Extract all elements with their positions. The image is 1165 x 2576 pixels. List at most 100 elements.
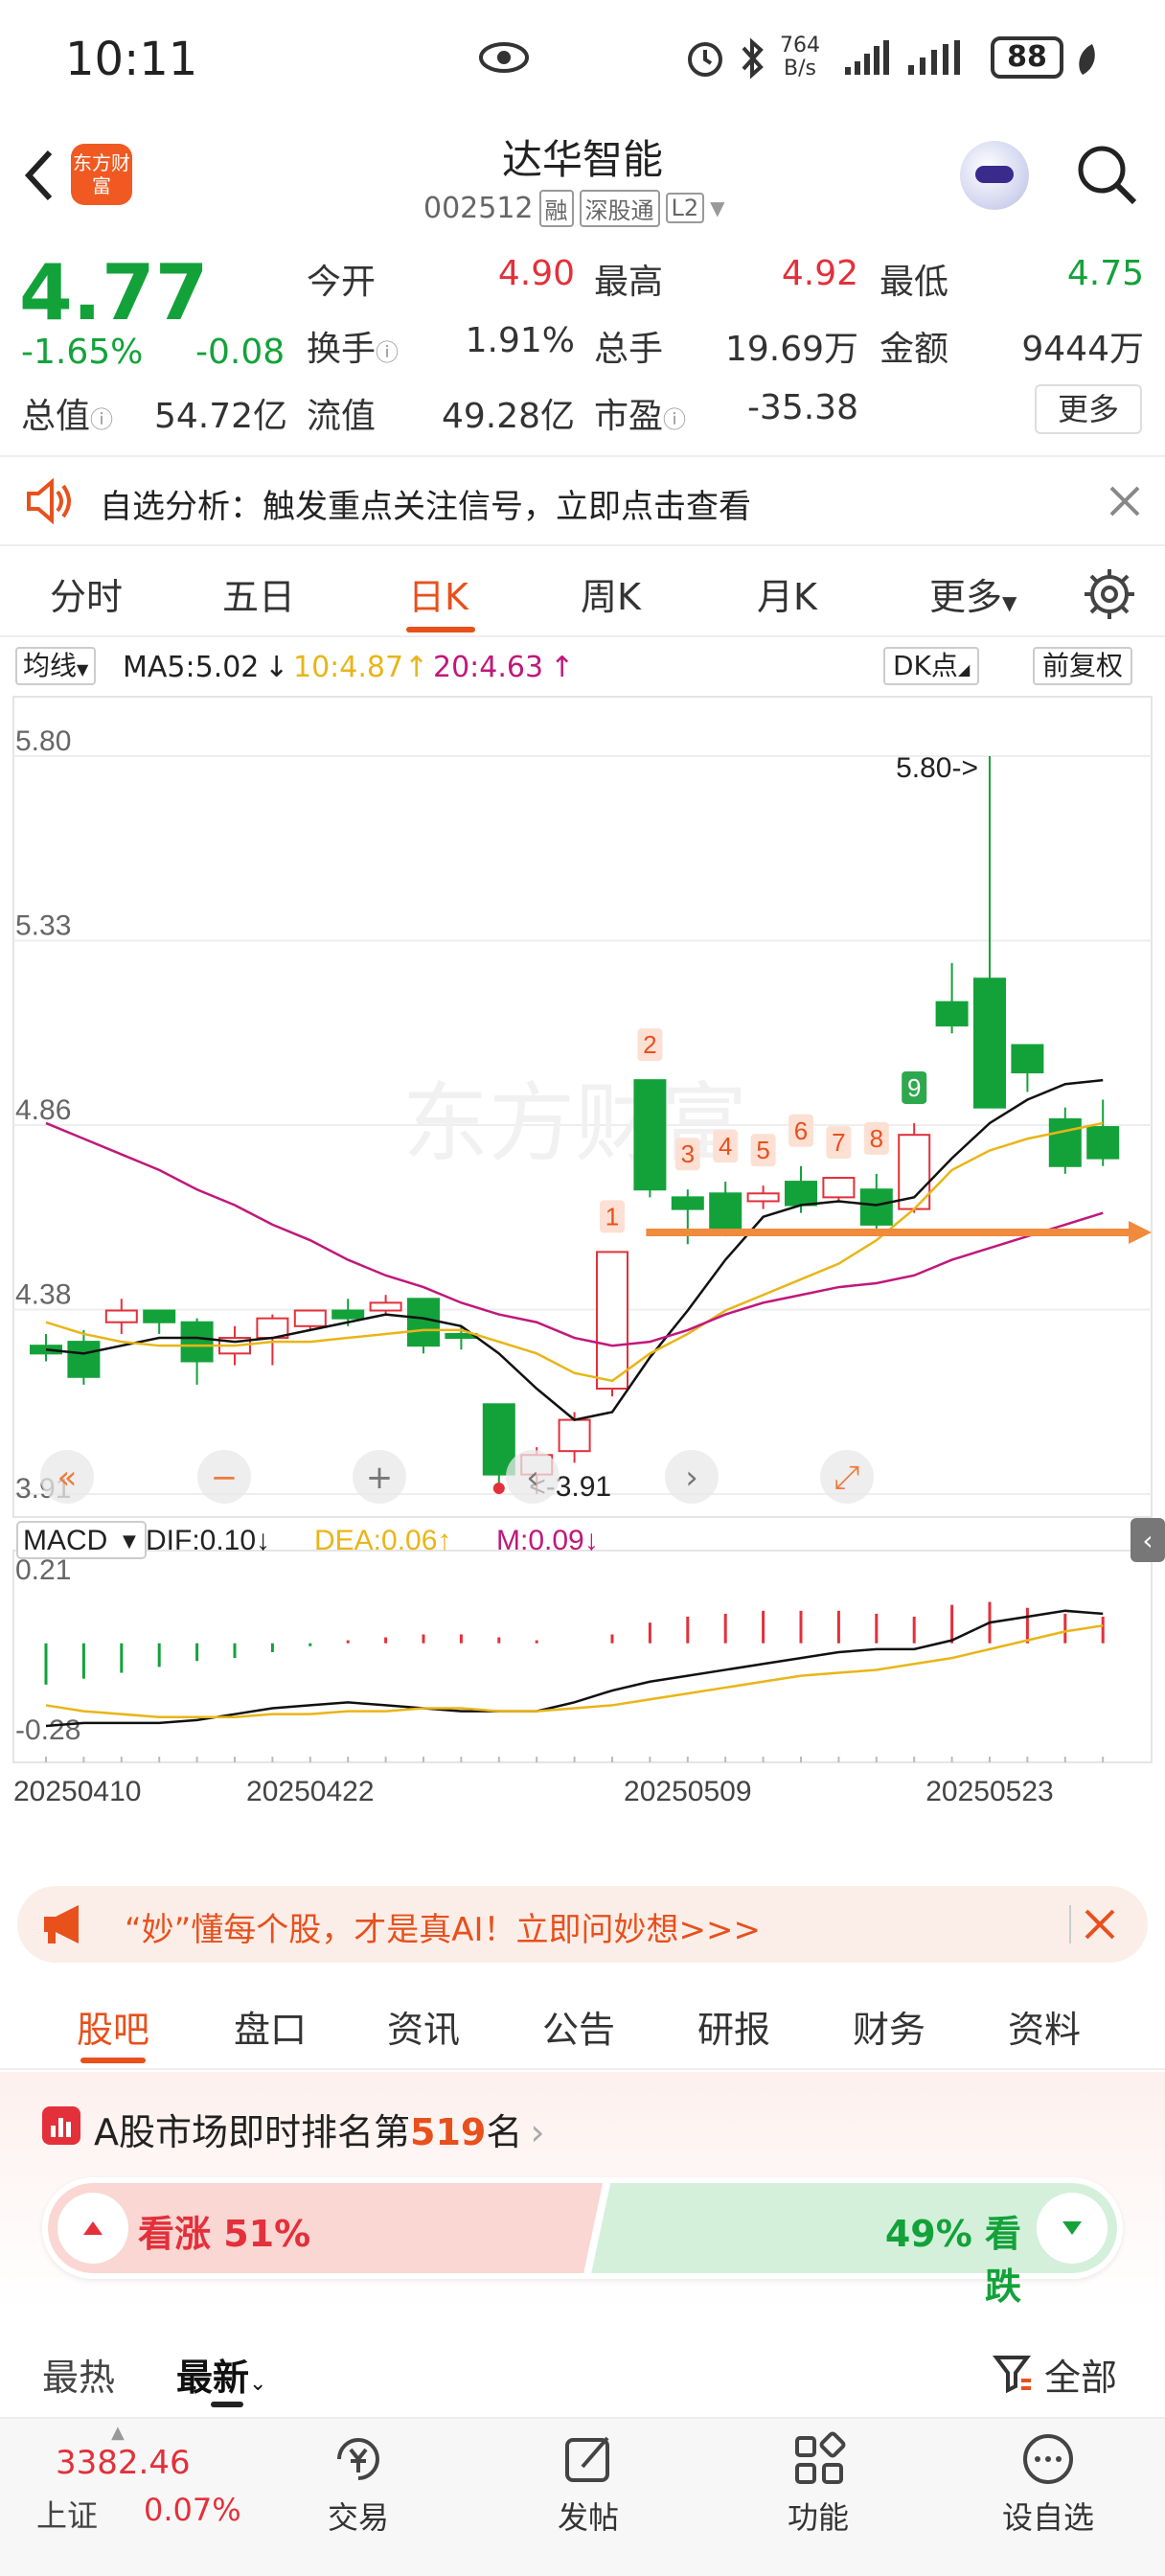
sort-latest[interactable]: 最新⌄: [176, 2348, 266, 2401]
tab-order-book[interactable]: 盘口: [234, 2000, 307, 2053]
stat-value-low: 4.75: [1066, 254, 1144, 293]
macd-y-tick: 0.21: [15, 1554, 71, 1586]
y-tick-label: 5.33: [15, 910, 71, 942]
candle-body: [331, 1309, 365, 1320]
filter-all[interactable]: 全部: [1044, 2348, 1117, 2401]
rank-text[interactable]: A股市场即时排名第519名 ›: [94, 2103, 545, 2155]
chevron-down-icon[interactable]: ▼: [710, 196, 724, 219]
divider: [1069, 1905, 1071, 1944]
nav-functions-label: 功能: [787, 2499, 849, 2536]
gear-icon[interactable]: [1083, 567, 1136, 621]
sort-hot[interactable]: 最热: [42, 2348, 115, 2401]
close-icon[interactable]: [1083, 1907, 1117, 1942]
candle-body: [1086, 1126, 1120, 1160]
nav-add-watchlist[interactable]: 设自选: [981, 2430, 1115, 2538]
stat-value-pe: -35.38: [746, 388, 858, 427]
bottom-nav: ▲ 3382.46 上证 0.07% 交易 发帖 功能 设自选: [0, 2417, 1165, 2576]
tab-five-day[interactable]: 五日: [222, 567, 295, 620]
signal-2-icon: [908, 40, 960, 75]
candle-body: [1011, 1044, 1044, 1073]
edit-icon: [565, 2436, 609, 2482]
candle-body: [67, 1341, 101, 1378]
chevron-down-icon: ⌄: [249, 2372, 267, 2396]
caret-down-icon: ▼: [123, 1531, 136, 1552]
td-marker-label: 5: [756, 1136, 769, 1164]
close-icon[interactable]: [1108, 484, 1142, 518]
bluetooth-icon: [742, 37, 764, 80]
dk-point-toggle[interactable]: DK点◢: [883, 647, 980, 685]
analysis-banner[interactable]: 自选分析：触发重点关注信号，立即点击查看: [0, 455, 1165, 546]
candle-body: [104, 1309, 138, 1323]
signal-icon: [845, 40, 889, 75]
stat-label-turnover: 换手ⓘ: [307, 330, 400, 369]
search-icon[interactable]: [1073, 141, 1140, 208]
candle-body: [935, 1000, 969, 1027]
tab-news[interactable]: 资讯: [387, 2000, 460, 2053]
ma-type-select[interactable]: 均线▼: [15, 647, 97, 685]
macd-frame: [12, 1550, 1153, 1763]
stock-header: 东方财富 达华智能 002512 融 深股通 L2 ▼: [0, 120, 1165, 235]
tab-monthly-k[interactable]: 月K: [757, 567, 817, 620]
candle-body: [973, 978, 1006, 1109]
quote-panel: 4.77 -1.65% -0.08 今开 4.90 最高 4.92 最低 4.7…: [0, 235, 1165, 455]
stat-label-market-cap: 总值ⓘ: [21, 397, 114, 436]
candle-body: [1048, 1117, 1082, 1167]
kline-chart-area[interactable]: 均线▼ MA5:5.02 ↓ 10:4.87 ↑ 20:4.63 ↑ DK点◢ …: [0, 637, 1165, 1864]
index-name[interactable]: 上证: [36, 2492, 98, 2536]
caret-up-icon[interactable]: ▲: [111, 2423, 125, 2443]
x-date-label: 20250410: [13, 1776, 141, 1807]
stat-value-turnover: 1.91%: [465, 321, 575, 360]
change-pct: -1.65%: [21, 333, 144, 372]
zoom-out-icon-glyph: −: [211, 1459, 239, 1497]
nav-post-label: 发帖: [557, 2499, 619, 2536]
low-marker-dot: [492, 1483, 505, 1494]
nav-trade-label: 交易: [327, 2499, 389, 2536]
ad-text: “妙”懂每个股，才是真AI！立即问妙想>>>: [125, 1911, 761, 1949]
candle-body: [633, 1079, 667, 1191]
bull-label[interactable]: 看涨 51%: [138, 2204, 310, 2257]
alarm-icon: [688, 42, 722, 77]
bear-button[interactable]: [1037, 2193, 1108, 2264]
net-speed-value: 764: [780, 34, 820, 58]
kline-chart-svg[interactable]: 5.805.334.864.383.91东方财富1234567895.80-><…: [0, 693, 1165, 1864]
chevron-right-icon: ›: [530, 2111, 545, 2153]
tab-intraday[interactable]: 分时: [50, 567, 123, 620]
ma20-label: 20:4.63: [433, 651, 544, 684]
nav-add-watchlist-label: 设自选: [1001, 2499, 1094, 2536]
tab-finance[interactable]: 财务: [853, 2000, 925, 2053]
nav-functions[interactable]: 功能: [751, 2430, 885, 2538]
index-value[interactable]: 3382.46: [56, 2444, 191, 2482]
chart-period-tabs: 分时 五日 日K 周K 月K 更多▼: [0, 546, 1165, 637]
index-change[interactable]: 0.07%: [144, 2492, 241, 2528]
ai-ad-banner[interactable]: “妙”懂每个股，才是真AI！立即问妙想>>>: [17, 1886, 1148, 1963]
td-marker-label: 2: [643, 1030, 656, 1059]
tab-announcements[interactable]: 公告: [542, 2000, 615, 2053]
adjust-button[interactable]: 前复权: [1033, 647, 1133, 685]
tab-more[interactable]: 更多▼: [929, 567, 1017, 620]
candle-body: [369, 1301, 402, 1312]
stat-label-float-cap: 流值: [307, 397, 377, 436]
bull-button[interactable]: [57, 2193, 128, 2264]
filter-icon[interactable]: [993, 2352, 1035, 2394]
stat-label-pe: 市盈ⓘ: [594, 397, 687, 436]
vote-bar: 看涨 51% 49% 看跌: [42, 2177, 1123, 2308]
tab-indicator: [406, 627, 475, 632]
megaphone-icon: [44, 1905, 79, 1944]
more-button[interactable]: 更多: [1035, 384, 1142, 434]
tab-forum[interactable]: 股吧: [77, 2000, 149, 2053]
nav-post[interactable]: 发帖: [521, 2430, 655, 2538]
info-icon: ⓘ: [376, 339, 400, 366]
robot-assistant-icon[interactable]: [960, 141, 1029, 210]
tag-l2: L2: [665, 193, 705, 223]
previous-icon-glyph: ‹: [526, 1459, 539, 1497]
tab-daily-k[interactable]: 日K: [408, 567, 468, 620]
nav-trade[interactable]: 交易: [291, 2430, 425, 2538]
up-arrow-icon: ↑: [550, 651, 575, 684]
bear-label[interactable]: 49% 看跌: [868, 2204, 1021, 2310]
tab-profile[interactable]: 资料: [1008, 2000, 1081, 2053]
info-tabs: 股吧 盘口 资讯 公告 研报 财务 资料: [0, 1979, 1165, 2070]
info-icon: ⓘ: [663, 406, 687, 433]
tab-research[interactable]: 研报: [697, 2000, 770, 2053]
td-marker-label: 8: [870, 1124, 883, 1153]
tab-weekly-k[interactable]: 周K: [581, 567, 641, 620]
